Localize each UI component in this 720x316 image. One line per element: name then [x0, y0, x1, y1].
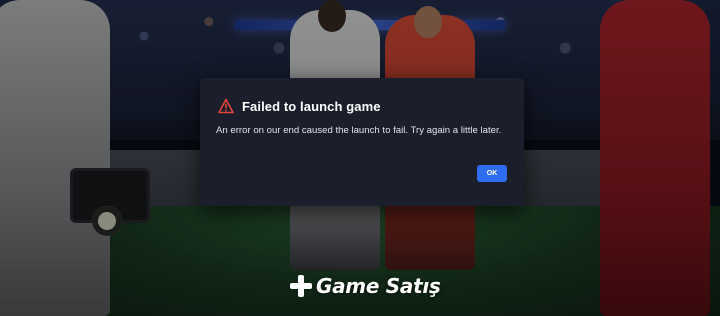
- plus-icon: [290, 275, 312, 297]
- error-dialog: Failed to launch game An error on our en…: [200, 78, 524, 206]
- watermark: Game Satış: [290, 272, 441, 300]
- watermark-text: Game Satış: [316, 274, 441, 298]
- dialog-message: An error on our end caused the launch to…: [216, 125, 502, 136]
- warning-icon: [218, 98, 234, 114]
- dialog-header: Failed to launch game: [216, 96, 508, 116]
- dialog-title: Failed to launch game: [242, 98, 381, 114]
- ok-button[interactable]: OK: [477, 165, 507, 182]
